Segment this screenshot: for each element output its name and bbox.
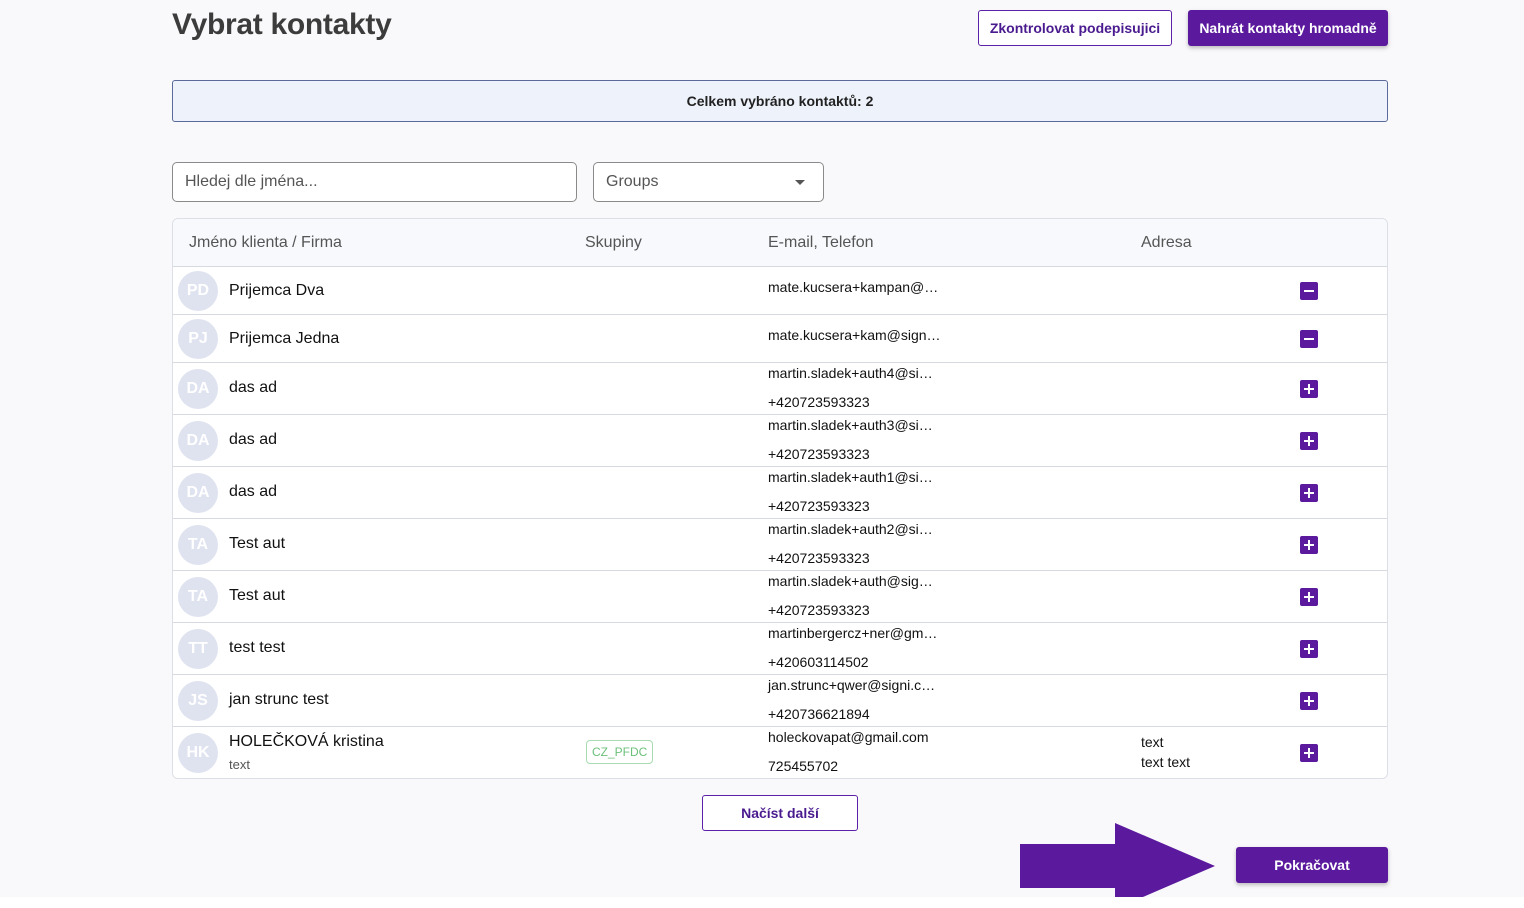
minus-icon	[1304, 290, 1314, 292]
contact-name: test test	[229, 639, 286, 656]
contact-phone: +420736621894	[768, 706, 870, 722]
contact-name: das ad	[229, 379, 278, 396]
contact-phone: +420603114502	[768, 654, 869, 670]
avatar: TA	[178, 525, 218, 565]
load-more-button[interactable]: Načíst další	[702, 795, 858, 831]
add-contact-button[interactable]	[1300, 744, 1318, 762]
contact-phone: 725455702	[768, 758, 839, 774]
contact-name: das ad	[229, 431, 278, 448]
contact-email: martin.sladek+auth@sig…	[768, 573, 933, 589]
footer-strip	[0, 897, 1524, 908]
table-row: TT test test martinbergercz+ner@gm… +420…	[173, 623, 1387, 675]
table-row: HK HOLEČKOVÁ kristina text CZ_PFDC holec…	[173, 727, 1387, 778]
contact-email: jan.strunc+qwer@signi.c…	[768, 677, 936, 693]
contact-name: Prijemca Jedna	[229, 330, 340, 347]
contact-phone: +420723593323	[768, 498, 870, 514]
table-row: JS jan strunc test jan.strunc+qwer@signi…	[173, 675, 1387, 727]
add-contact-button[interactable]	[1300, 536, 1318, 554]
table-row: DA das ad martin.sladek+auth3@si… +42072…	[173, 415, 1387, 467]
group-tag: CZ_PFDC	[586, 740, 654, 764]
search-input[interactable]	[172, 162, 577, 202]
contact-name: Test aut	[229, 535, 286, 552]
selected-count-banner: Celkem vybráno kontaktů: 2	[172, 80, 1388, 122]
contact-address: text text text	[1141, 732, 1190, 772]
add-contact-button[interactable]	[1300, 640, 1318, 658]
minus-icon	[1304, 338, 1314, 340]
add-contact-button[interactable]	[1300, 432, 1318, 450]
avatar: DA	[178, 473, 218, 513]
table-row: DA das ad martin.sladek+auth4@si… +42072…	[173, 363, 1387, 415]
add-contact-button[interactable]	[1300, 588, 1318, 606]
selected-count-text: Celkem vybráno kontaktů: 2	[686, 93, 874, 109]
contact-phone: +420723593323	[768, 446, 870, 462]
contact-email: martin.sladek+auth3@si…	[768, 417, 933, 433]
table-row: PJ Prijemca Jedna mate.kucsera+kam@sign…	[173, 315, 1387, 363]
contact-name: das ad	[229, 483, 278, 500]
contact-name: Test aut	[229, 587, 286, 604]
contact-name: jan strunc test	[229, 691, 329, 708]
contact-email: martin.sladek+auth1@si…	[768, 469, 933, 485]
contact-subtitle: text	[229, 757, 250, 772]
column-header-address: Adresa	[1141, 234, 1192, 251]
page-title: Vybrat kontakty	[172, 8, 392, 41]
column-header-contact: E-mail, Telefon	[768, 234, 874, 251]
contact-email: martin.sladek+auth4@si…	[768, 365, 933, 381]
contact-email: mate.kucsera+kam@sign…	[768, 327, 941, 343]
table-row: TA Test aut martin.sladek+auth@sig… +420…	[173, 571, 1387, 623]
add-contact-button[interactable]	[1300, 692, 1318, 710]
remove-contact-button[interactable]	[1300, 282, 1318, 300]
caret-down-icon	[795, 180, 805, 185]
address-line: text text	[1141, 754, 1191, 770]
contact-email: martin.sladek+auth2@si…	[768, 521, 933, 537]
avatar: DA	[178, 421, 218, 461]
continue-button[interactable]: Pokračovat	[1236, 847, 1388, 883]
avatar: PJ	[178, 319, 218, 359]
remove-contact-button[interactable]	[1300, 330, 1318, 348]
contact-email: holeckovapat@gmail.com	[768, 729, 929, 745]
avatar: DA	[178, 369, 218, 409]
avatar: TA	[178, 577, 218, 617]
contact-email: mate.kucsera+kampan@…	[768, 279, 939, 295]
contact-name: HOLEČKOVÁ kristina	[229, 733, 384, 750]
contact-name: Prijemca Dva	[229, 282, 325, 299]
avatar: PD	[178, 271, 218, 311]
groups-select[interactable]: Groups	[593, 162, 824, 202]
address-line: text	[1141, 734, 1164, 750]
column-header-groups: Skupiny	[585, 234, 642, 251]
avatar: HK	[178, 733, 218, 773]
add-contact-button[interactable]	[1300, 380, 1318, 398]
table-row: DA das ad martin.sladek+auth1@si… +42072…	[173, 467, 1387, 519]
table-header: Jméno klienta / Firma Skupiny E-mail, Te…	[173, 219, 1387, 267]
table-row: PD Prijemca Dva mate.kucsera+kampan@…	[173, 267, 1387, 315]
contact-phone: +420723593323	[768, 602, 870, 618]
table-row: TA Test aut martin.sladek+auth2@si… +420…	[173, 519, 1387, 571]
bulk-upload-contacts-button[interactable]: Nahrát kontakty hromadně	[1188, 10, 1388, 46]
arrow-right-icon	[1020, 823, 1215, 908]
contact-phone: +420723593323	[768, 394, 870, 410]
add-contact-button[interactable]	[1300, 484, 1318, 502]
column-header-name: Jméno klienta / Firma	[189, 234, 342, 251]
contact-email: martinbergercz+ner@gm…	[768, 625, 938, 641]
check-signers-button[interactable]: Zkontrolovat podepisujici	[978, 10, 1172, 46]
contact-phone: +420723593323	[768, 550, 870, 566]
contacts-table: Jméno klienta / Firma Skupiny E-mail, Te…	[172, 218, 1388, 779]
groups-select-label: Groups	[606, 173, 659, 190]
avatar: TT	[178, 629, 218, 669]
avatar: JS	[178, 681, 218, 721]
